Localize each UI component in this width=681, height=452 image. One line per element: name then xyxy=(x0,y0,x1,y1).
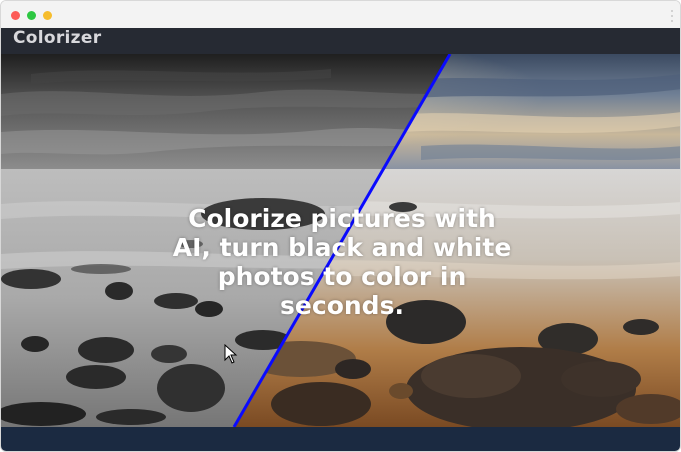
app-title: Colorizer xyxy=(13,28,102,48)
window-titlebar xyxy=(1,1,680,28)
kebab-menu-icon[interactable] xyxy=(671,10,674,24)
browser-window: Colorizer Colorize pictures with AI, tur… xyxy=(0,0,681,452)
hero-headline: Colorize pictures with AI, turn black an… xyxy=(172,204,512,320)
hero-section: Colorize pictures with AI, turn black an… xyxy=(1,54,680,427)
minimize-window-button[interactable] xyxy=(27,11,36,20)
footer-bar xyxy=(1,427,680,451)
close-window-button[interactable] xyxy=(11,11,20,20)
mouse-pointer-icon xyxy=(224,344,238,364)
app-header: Colorizer xyxy=(1,28,680,54)
maximize-window-button[interactable] xyxy=(43,11,52,20)
